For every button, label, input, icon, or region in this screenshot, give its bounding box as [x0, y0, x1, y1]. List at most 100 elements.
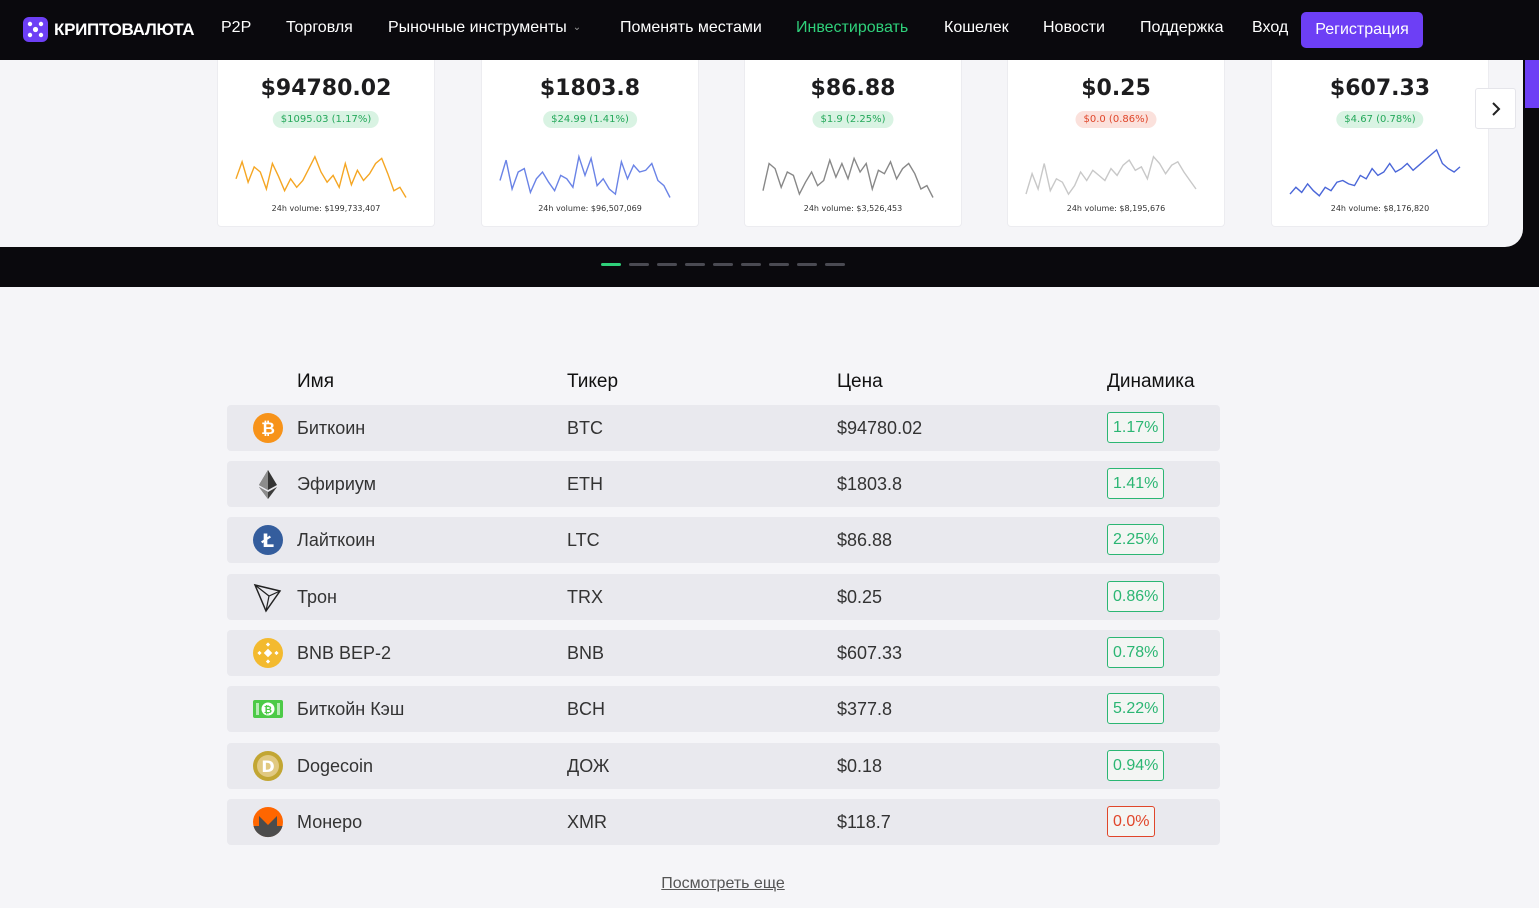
nav-item-5[interactable]: Кошелек [944, 19, 1009, 37]
nav-item-2[interactable]: Рыночные инструменты ⌄ [388, 19, 581, 37]
nav-item-label: Инвестировать [796, 19, 909, 36]
card-volume: 24h volume: $3,526,453 [803, 204, 903, 213]
change-badge: 0.78% [1107, 637, 1165, 668]
nav-item-4[interactable]: Инвестировать [796, 19, 908, 37]
price-card[interactable]: $1803.8 $24.99 (1.41%) 24h volume: $96,507… [481, 60, 699, 227]
table-row[interactable]: D Dogecoin ДОЖ $0.18 0.94% [227, 743, 1220, 789]
coin-ticker: BNB [567, 643, 605, 663]
card-change-badge: $24.99 (1.41%) [543, 111, 637, 128]
card-volume: 24h volume: $96,507,069 [538, 204, 642, 213]
top-navbar: КРИПТОВАЛЮТА P2P Торговля Рыночные инструм… [0, 0, 1539, 60]
coin-ticker: XMR [567, 812, 607, 832]
table-row[interactable]: Монеро XMR $118.7 0.0% [227, 799, 1220, 845]
carousel-dot[interactable] [769, 263, 789, 266]
carousel-dot[interactable] [713, 263, 733, 266]
sparkline-line [1289, 148, 1461, 197]
sparkline-line [235, 154, 407, 198]
coin-price: $377.8 [837, 699, 893, 719]
card-change-badge: $4.67 (0.78%) [1336, 111, 1424, 128]
nav-item-label: Кошелек [944, 19, 1009, 36]
nav-item-0[interactable]: P2P [221, 19, 251, 37]
sparkline-chart [762, 156, 934, 198]
coin-price: $94780.02 [837, 418, 923, 438]
carousel-dot[interactable] [601, 263, 621, 266]
hero-accent-edge [1525, 60, 1539, 108]
card-price: $86.88 [810, 76, 896, 101]
card-price: $0.25 [1081, 76, 1151, 101]
price-card[interactable]: $0.25 $0.0 (0.86%) 24h volume: $8,195,676 [1007, 60, 1225, 227]
coin-name: Трон [297, 587, 337, 607]
chevron-down-icon: ⌄ [572, 22, 582, 33]
logo[interactable]: КРИПТОВАЛЮТА [23, 17, 195, 42]
litecoin-icon: Ł [252, 524, 284, 556]
monero-icon [252, 806, 284, 838]
svg-text:Ł: Ł [261, 530, 274, 552]
coin-price: $86.88 [837, 530, 893, 550]
card-change-badge: $1.9 (2.25%) [812, 111, 894, 128]
nav-item-6[interactable]: Новости [1043, 19, 1105, 37]
sparkline-chart [1289, 148, 1461, 197]
price-carousel: $94780.02 $1095.03 (1.17%) 24h volume: $19… [0, 60, 1539, 287]
coin-ticker: ДОЖ [567, 756, 610, 776]
nav-item-label: Вход [1252, 19, 1289, 36]
column-header-price: Цена [837, 371, 883, 392]
sparkline-chart [235, 154, 407, 198]
carousel-dot[interactable] [629, 263, 649, 266]
nav-item-8[interactable]: Вход [1252, 19, 1288, 37]
bitcoin-cash-icon: ₿ [252, 693, 284, 725]
carousel-dot[interactable] [797, 263, 817, 266]
card-price: $94780.02 [260, 76, 392, 101]
coin-name: Биткойн Кэш [297, 699, 405, 719]
carousel-dot[interactable] [685, 263, 705, 266]
price-card[interactable]: $86.88 $1.9 (2.25%) 24h volume: $3,526,453 [744, 60, 962, 227]
coin-name: BNB BEP-2 [297, 643, 392, 663]
column-header-change: Динамика [1107, 371, 1195, 392]
carousel-dot[interactable] [825, 263, 845, 266]
card-volume: 24h volume: $199,733,407 [271, 204, 381, 213]
register-button[interactable]: Регистрация [1301, 12, 1423, 48]
nav-item-label: Торговля [286, 19, 353, 36]
carousel-dot[interactable] [741, 263, 761, 266]
nav-item-label: Поменять местами [620, 19, 762, 36]
price-card[interactable]: $94780.02 $1095.03 (1.17%) 24h volume: $19… [217, 60, 435, 227]
carousel-next-button[interactable] [1475, 88, 1516, 129]
change-badge: 1.17% [1107, 412, 1165, 443]
show-more-link[interactable]: Посмотреть еще [0, 875, 1446, 893]
sparkline-chart [499, 153, 671, 198]
coin-ticker: BTC [567, 418, 603, 438]
coin-price: $0.25 [837, 587, 883, 607]
coin-name: Эфириум [297, 474, 377, 494]
coin-price: $1803.8 [837, 474, 903, 494]
coin-ticker: LTC [567, 530, 600, 550]
table-row[interactable]: Эфириум ETH $1803.8 1.41% [227, 461, 1220, 507]
nav-item-label: P2P [221, 19, 252, 36]
carousel-track: $94780.02 $1095.03 (1.17%) 24h volume: $19… [0, 60, 1523, 247]
card-change-badge: $1095.03 (1.17%) [272, 111, 380, 128]
sparkline-line [499, 153, 671, 198]
change-badge: 0.94% [1107, 750, 1165, 781]
coin-ticker: BCH [567, 699, 606, 719]
nav-item-3[interactable]: Поменять местами [620, 19, 762, 37]
table-row[interactable]: ₿ Биткойн Кэш BCH $377.8 5.22% [227, 686, 1220, 732]
coin-name: Лайткоин [297, 530, 376, 550]
svg-text:₿: ₿ [264, 704, 272, 716]
nav-item-7[interactable]: Поддержка [1140, 19, 1223, 37]
change-badge: 0.0% [1107, 806, 1156, 837]
table-row[interactable]: Трон TRX $0.25 0.86% [227, 574, 1220, 620]
price-card[interactable]: $607.33 $4.67 (0.78%) 24h volume: $8,176,8… [1271, 60, 1489, 227]
card-volume: 24h volume: $8,176,820 [1330, 204, 1430, 213]
nav-item-1[interactable]: Торговля [286, 19, 353, 37]
table-row[interactable]: ₿ Биткоин BTC $94780.02 1.17% [227, 405, 1220, 451]
change-badge: 1.41% [1107, 468, 1165, 499]
card-volume: 24h volume: $8,195,676 [1066, 204, 1166, 213]
coin-price: $607.33 [837, 643, 903, 663]
coin-name: Биткоин [297, 418, 366, 438]
nav-item-label: Новости [1043, 19, 1105, 36]
sparkline-line [762, 156, 934, 198]
card-price: $607.33 [1329, 76, 1431, 101]
coin-name: Монеро [297, 812, 363, 832]
coin-price: $118.7 [837, 812, 891, 832]
table-row[interactable]: Ł Лайткоин LTC $86.88 2.25% [227, 517, 1220, 563]
table-row[interactable]: BNB BEP-2 BNB $607.33 0.78% [227, 630, 1220, 676]
carousel-dot[interactable] [657, 263, 677, 266]
